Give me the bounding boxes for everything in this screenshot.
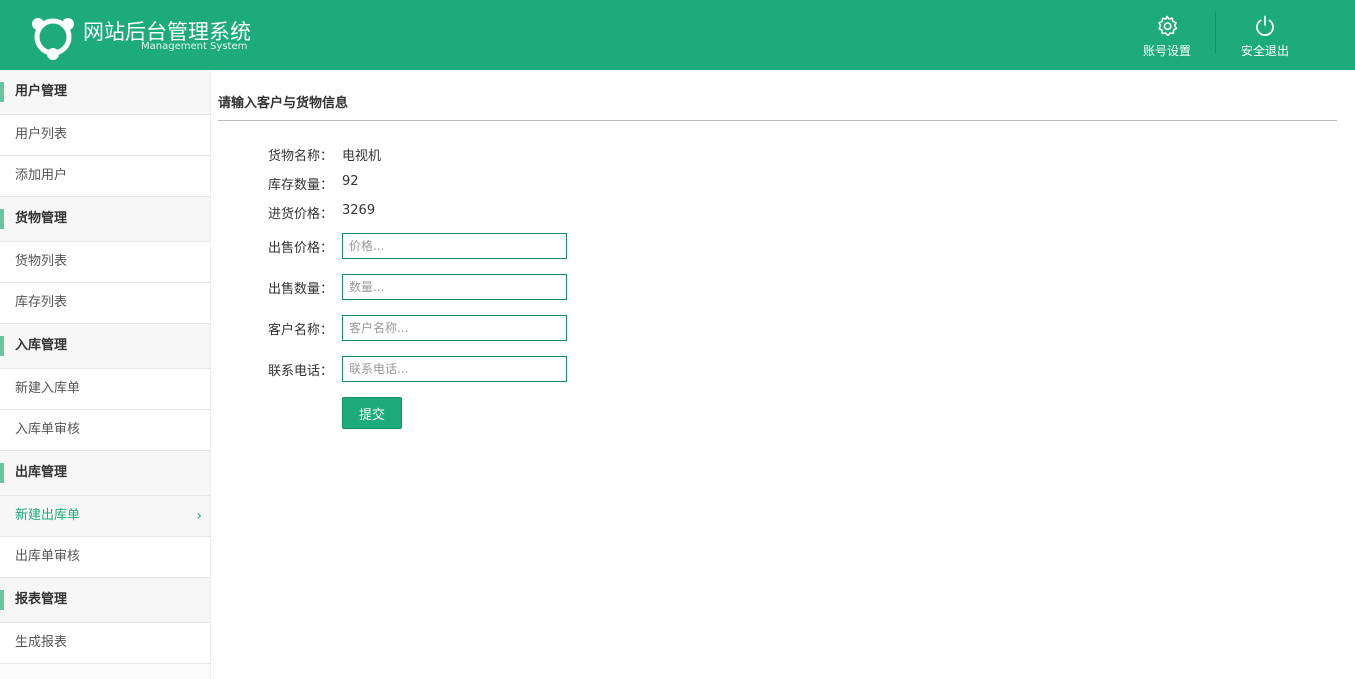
purchase-price-label: 进货价格： (268, 207, 334, 222)
logout-button[interactable]: 安全退出 (1235, 14, 1295, 62)
account-settings-button[interactable]: 账号设置 (1137, 14, 1197, 62)
sidebar-group-report-management[interactable]: 报表管理 (0, 578, 210, 623)
app-subtitle: Management System (141, 41, 248, 52)
sidebar-item-new-outbound-order[interactable]: 新建出库单 › (0, 496, 210, 537)
phone-label: 联系电话： (268, 364, 334, 379)
sidebar-group-outbound-management[interactable]: 出库管理 (0, 451, 210, 496)
sidebar-item-generate-report[interactable]: 生成报表 (0, 623, 210, 664)
sidebar-group-goods-management[interactable]: 货物管理 (0, 197, 210, 242)
chevron-right-icon: › (196, 508, 202, 524)
page-title: 请输入客户与货物信息 (218, 96, 349, 111)
logo-icon (32, 18, 74, 60)
sidebar-item-stock-list[interactable]: 库存列表 (0, 283, 210, 324)
logout-label: 安全退出 (1240, 44, 1289, 58)
sidebar-group-inbound-management[interactable]: 入库管理 (0, 324, 210, 369)
purchase-price-value: 3269 (342, 203, 376, 218)
phone-input[interactable] (342, 356, 567, 382)
stock-qty-value: 92 (342, 174, 359, 189)
sidebar-group-user-management[interactable]: 用户管理 (0, 70, 210, 115)
sale-price-input[interactable] (342, 233, 567, 259)
submit-button[interactable]: 提交 (342, 397, 402, 429)
stock-qty-label: 库存数量： (268, 178, 334, 193)
sidebar-item-inbound-review[interactable]: 入库单审核 (0, 410, 210, 451)
title-divider (218, 120, 1337, 121)
sidebar-item-new-inbound-order[interactable]: 新建入库单 (0, 369, 210, 410)
sidebar-item-user-list[interactable]: 用户列表 (0, 115, 210, 156)
header-divider (1215, 12, 1216, 54)
customer-name-label: 客户名称： (268, 323, 334, 338)
top-header: 网站后台管理系统 Management System 账号设置 安全退出 (0, 0, 1355, 70)
sale-qty-label: 出售数量： (268, 282, 334, 297)
customer-name-input[interactable] (342, 315, 567, 341)
goods-name-label: 货物名称： (268, 149, 334, 164)
account-settings-label: 账号设置 (1142, 44, 1191, 58)
sale-qty-input[interactable] (342, 274, 567, 300)
sidebar-item-goods-list[interactable]: 货物列表 (0, 242, 210, 283)
goods-name-value: 电视机 (342, 149, 382, 164)
sidebar-item-label: 新建出库单 (15, 508, 81, 523)
sidebar: 用户管理 用户列表 添加用户 货物管理 货物列表 库存列表 入库管理 新建入库单… (0, 70, 211, 679)
power-icon (1256, 15, 1274, 37)
sidebar-item-outbound-review[interactable]: 出库单审核 (0, 537, 210, 578)
gear-icon (1158, 15, 1178, 37)
sale-price-label: 出售价格： (268, 241, 334, 256)
sidebar-item-add-user[interactable]: 添加用户 (0, 156, 210, 197)
